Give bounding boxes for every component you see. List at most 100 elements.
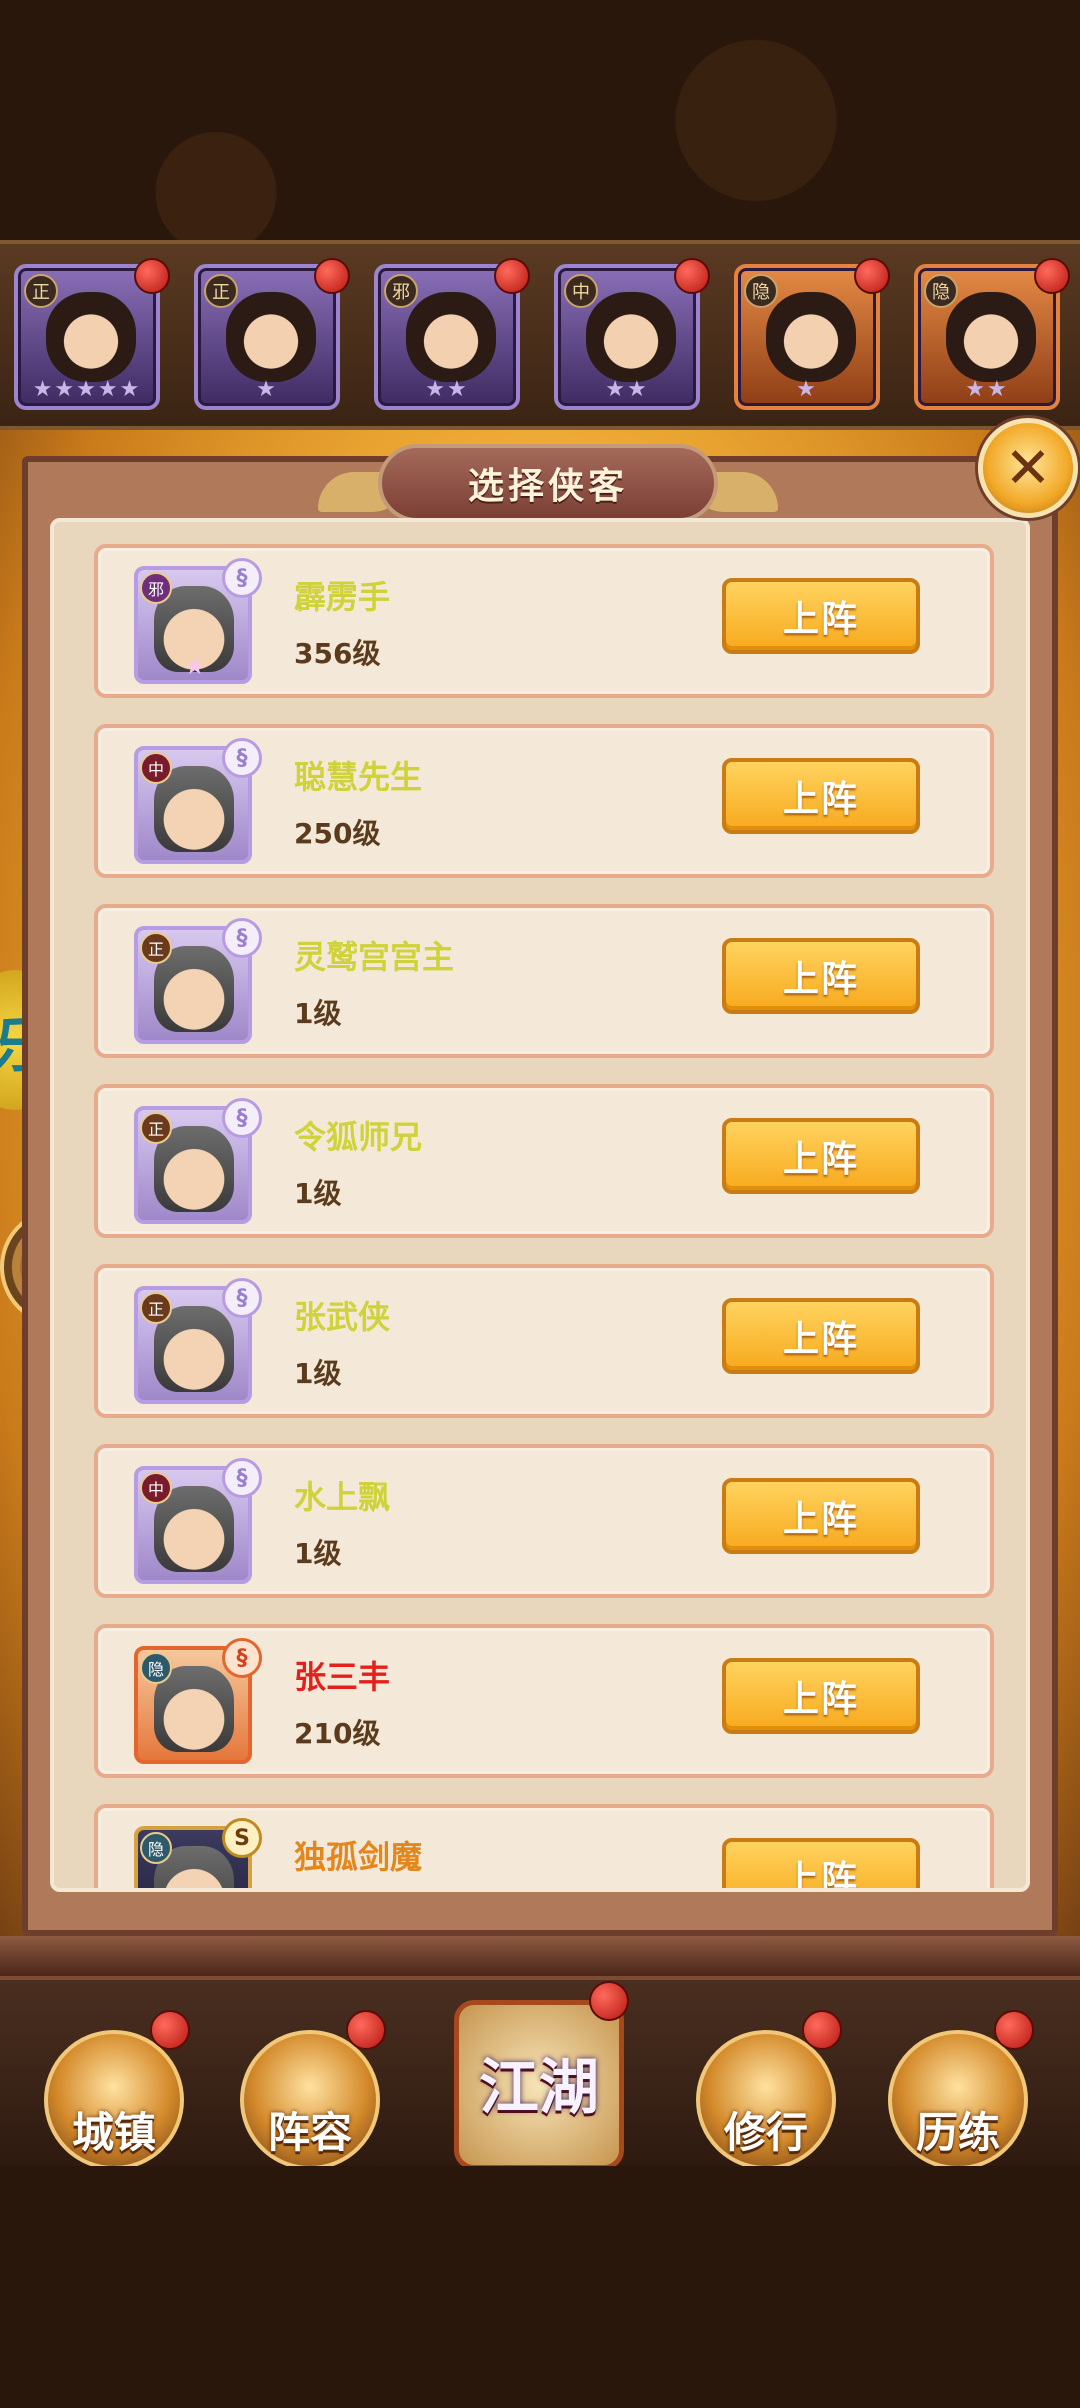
bottom-background xyxy=(0,2166,1080,2408)
hero-name: 水上飘 xyxy=(294,1478,391,1516)
close-button[interactable]: ✕ xyxy=(978,418,1078,518)
notification-dot xyxy=(346,2010,386,2050)
nav-town-label: 城镇 xyxy=(71,2108,156,2157)
faction-badge: 正 xyxy=(204,274,238,308)
hero-row: 邪 § ★ 霹雳手 356级 上阵 xyxy=(94,544,994,698)
deploy-button[interactable]: 上阵 xyxy=(722,1838,920,1888)
hero-lineup-strip: 正 ★★★★★ 正 ★ 邪 ★★ 中 ★★ 隐 ★ 隐 ★★ xyxy=(0,240,1080,430)
quality-swirl-icon: § xyxy=(222,1098,262,1138)
deploy-button[interactable]: 上阵 xyxy=(722,1478,920,1554)
faction-badge: 邪 xyxy=(384,274,418,308)
hero-name: 张武侠 xyxy=(294,1298,391,1336)
lineup-hero-card[interactable]: 中 ★★ xyxy=(554,258,710,410)
deploy-button[interactable]: 上阵 xyxy=(722,578,920,654)
faction-badge: 隐 xyxy=(744,274,778,308)
hero-avatar[interactable]: 正 § xyxy=(134,1278,262,1404)
faction-badge: 正 xyxy=(140,1112,172,1144)
nav-jianghu[interactable]: 江湖 xyxy=(454,1981,629,2170)
notification-dot xyxy=(854,258,890,294)
notification-dot xyxy=(314,258,350,294)
deploy-button[interactable]: 上阵 xyxy=(722,938,920,1014)
nav-town[interactable]: 城镇 xyxy=(44,2010,190,2170)
hero-portrait xyxy=(226,292,316,382)
hero-level: 210级 xyxy=(294,1717,381,1750)
hero-avatar[interactable]: 邪 § ★ xyxy=(134,558,262,684)
faction-badge: 隐 xyxy=(140,1832,172,1864)
faction-badge: 中 xyxy=(140,1472,172,1504)
hero-name: 张三丰 xyxy=(294,1658,391,1696)
notification-dot xyxy=(134,258,170,294)
hero-row: 正 § 令狐师兄 1级 上阵 xyxy=(94,1084,994,1238)
star-icon: ★ xyxy=(184,652,206,680)
hero-level: 1级 xyxy=(294,1537,342,1570)
hero-list-panel[interactable]: 邪 § ★ 霹雳手 356级 上阵 中 § 聪慧先生 250级 上阵 正 § 灵… xyxy=(50,518,1030,1892)
quality-s-icon: S xyxy=(222,1818,262,1858)
hero-portrait xyxy=(406,292,496,382)
hero-name: 独孤剑魔 xyxy=(294,1838,423,1876)
quality-swirl-icon: § xyxy=(222,918,262,958)
quality-swirl-icon: § xyxy=(222,1458,262,1498)
faction-badge: 隐 xyxy=(924,274,958,308)
faction-badge: 邪 xyxy=(140,572,172,604)
hero-portrait xyxy=(586,292,676,382)
notification-dot xyxy=(994,2010,1034,2050)
deploy-button[interactable]: 上阵 xyxy=(722,1658,920,1734)
close-icon: ✕ xyxy=(1004,435,1052,501)
hero-name: 聪慧先生 xyxy=(294,758,423,796)
notification-dot xyxy=(802,2010,842,2050)
hero-row: 隐 S 独孤剑魔 上阵 xyxy=(94,1804,994,1888)
nav-lineup-label: 阵容 xyxy=(267,2108,352,2157)
star-rating: ★★★★★ xyxy=(32,377,142,402)
star-rating: ★ xyxy=(796,377,818,402)
hero-row: 中 § 水上飘 1级 上阵 xyxy=(94,1444,994,1598)
faction-badge: 隐 xyxy=(140,1652,172,1684)
bottom-frame xyxy=(0,1936,1080,1976)
dialog-title-plate: 选择侠客 xyxy=(318,432,778,532)
nav-training[interactable]: 历练 xyxy=(888,2010,1034,2170)
nav-lineup[interactable]: 阵容 xyxy=(240,2010,386,2170)
deploy-button[interactable]: 上阵 xyxy=(722,1118,920,1194)
hero-list: 邪 § ★ 霹雳手 356级 上阵 中 § 聪慧先生 250级 上阵 正 § 灵… xyxy=(94,544,994,1888)
star-rating: ★★ xyxy=(965,377,1009,402)
hero-row: 正 § 张武侠 1级 上阵 xyxy=(94,1264,994,1418)
notification-dot xyxy=(150,2010,190,2050)
lineup-hero-card[interactable]: 隐 ★ xyxy=(734,258,890,410)
nav-cultivation[interactable]: 修行 xyxy=(696,2010,842,2170)
star-rating: ★★ xyxy=(605,377,649,402)
hero-avatar[interactable]: 隐 S xyxy=(134,1818,262,1888)
lineup-hero-card[interactable]: 隐 ★★ xyxy=(914,258,1070,410)
hero-portrait xyxy=(766,292,856,382)
notification-dot xyxy=(1034,258,1070,294)
dialog-title: 选择侠客 xyxy=(378,444,718,522)
hero-name: 灵鹫宫宫主 xyxy=(294,938,455,976)
hero-row: 中 § 聪慧先生 250级 上阵 xyxy=(94,724,994,878)
notification-dot xyxy=(494,258,530,294)
nav-training-label: 历练 xyxy=(915,2108,1000,2157)
notification-dot xyxy=(674,258,710,294)
lineup-hero-card[interactable]: 邪 ★★ xyxy=(374,258,530,410)
quality-swirl-icon: § xyxy=(222,1278,262,1318)
hero-avatar[interactable]: 中 § xyxy=(134,738,262,864)
select-hero-dialog: 选择侠客 邪 § ★ 霹雳手 356级 上阵 中 § 聪慧先生 250级 上阵 … xyxy=(22,444,1058,1936)
faction-badge: 正 xyxy=(24,274,58,308)
faction-badge: 中 xyxy=(564,274,598,308)
hero-avatar[interactable]: 中 § xyxy=(134,1458,262,1584)
lineup-hero-card[interactable]: 正 ★★★★★ xyxy=(14,258,170,410)
hero-avatar[interactable]: 正 § xyxy=(134,1098,262,1224)
lineup-hero-card[interactable]: 正 ★ xyxy=(194,258,350,410)
star-rating: ★ xyxy=(256,377,278,402)
deploy-button[interactable]: 上阵 xyxy=(722,758,920,834)
hero-level: 1级 xyxy=(294,1177,342,1210)
hero-avatar[interactable]: 隐 § xyxy=(134,1638,262,1764)
hero-avatar[interactable]: 正 § xyxy=(134,918,262,1044)
quality-swirl-icon: § xyxy=(222,738,262,778)
notification-dot xyxy=(589,1981,629,2021)
hero-level: 1级 xyxy=(294,997,342,1030)
hero-name: 霹雳手 xyxy=(294,578,391,616)
nav-jianghu-label: 江湖 xyxy=(479,2052,599,2123)
hero-level: 250级 xyxy=(294,817,381,850)
faction-badge: 正 xyxy=(140,932,172,964)
hero-portrait xyxy=(946,292,1036,382)
deploy-button[interactable]: 上阵 xyxy=(722,1298,920,1374)
star-rating: ★★ xyxy=(425,377,469,402)
